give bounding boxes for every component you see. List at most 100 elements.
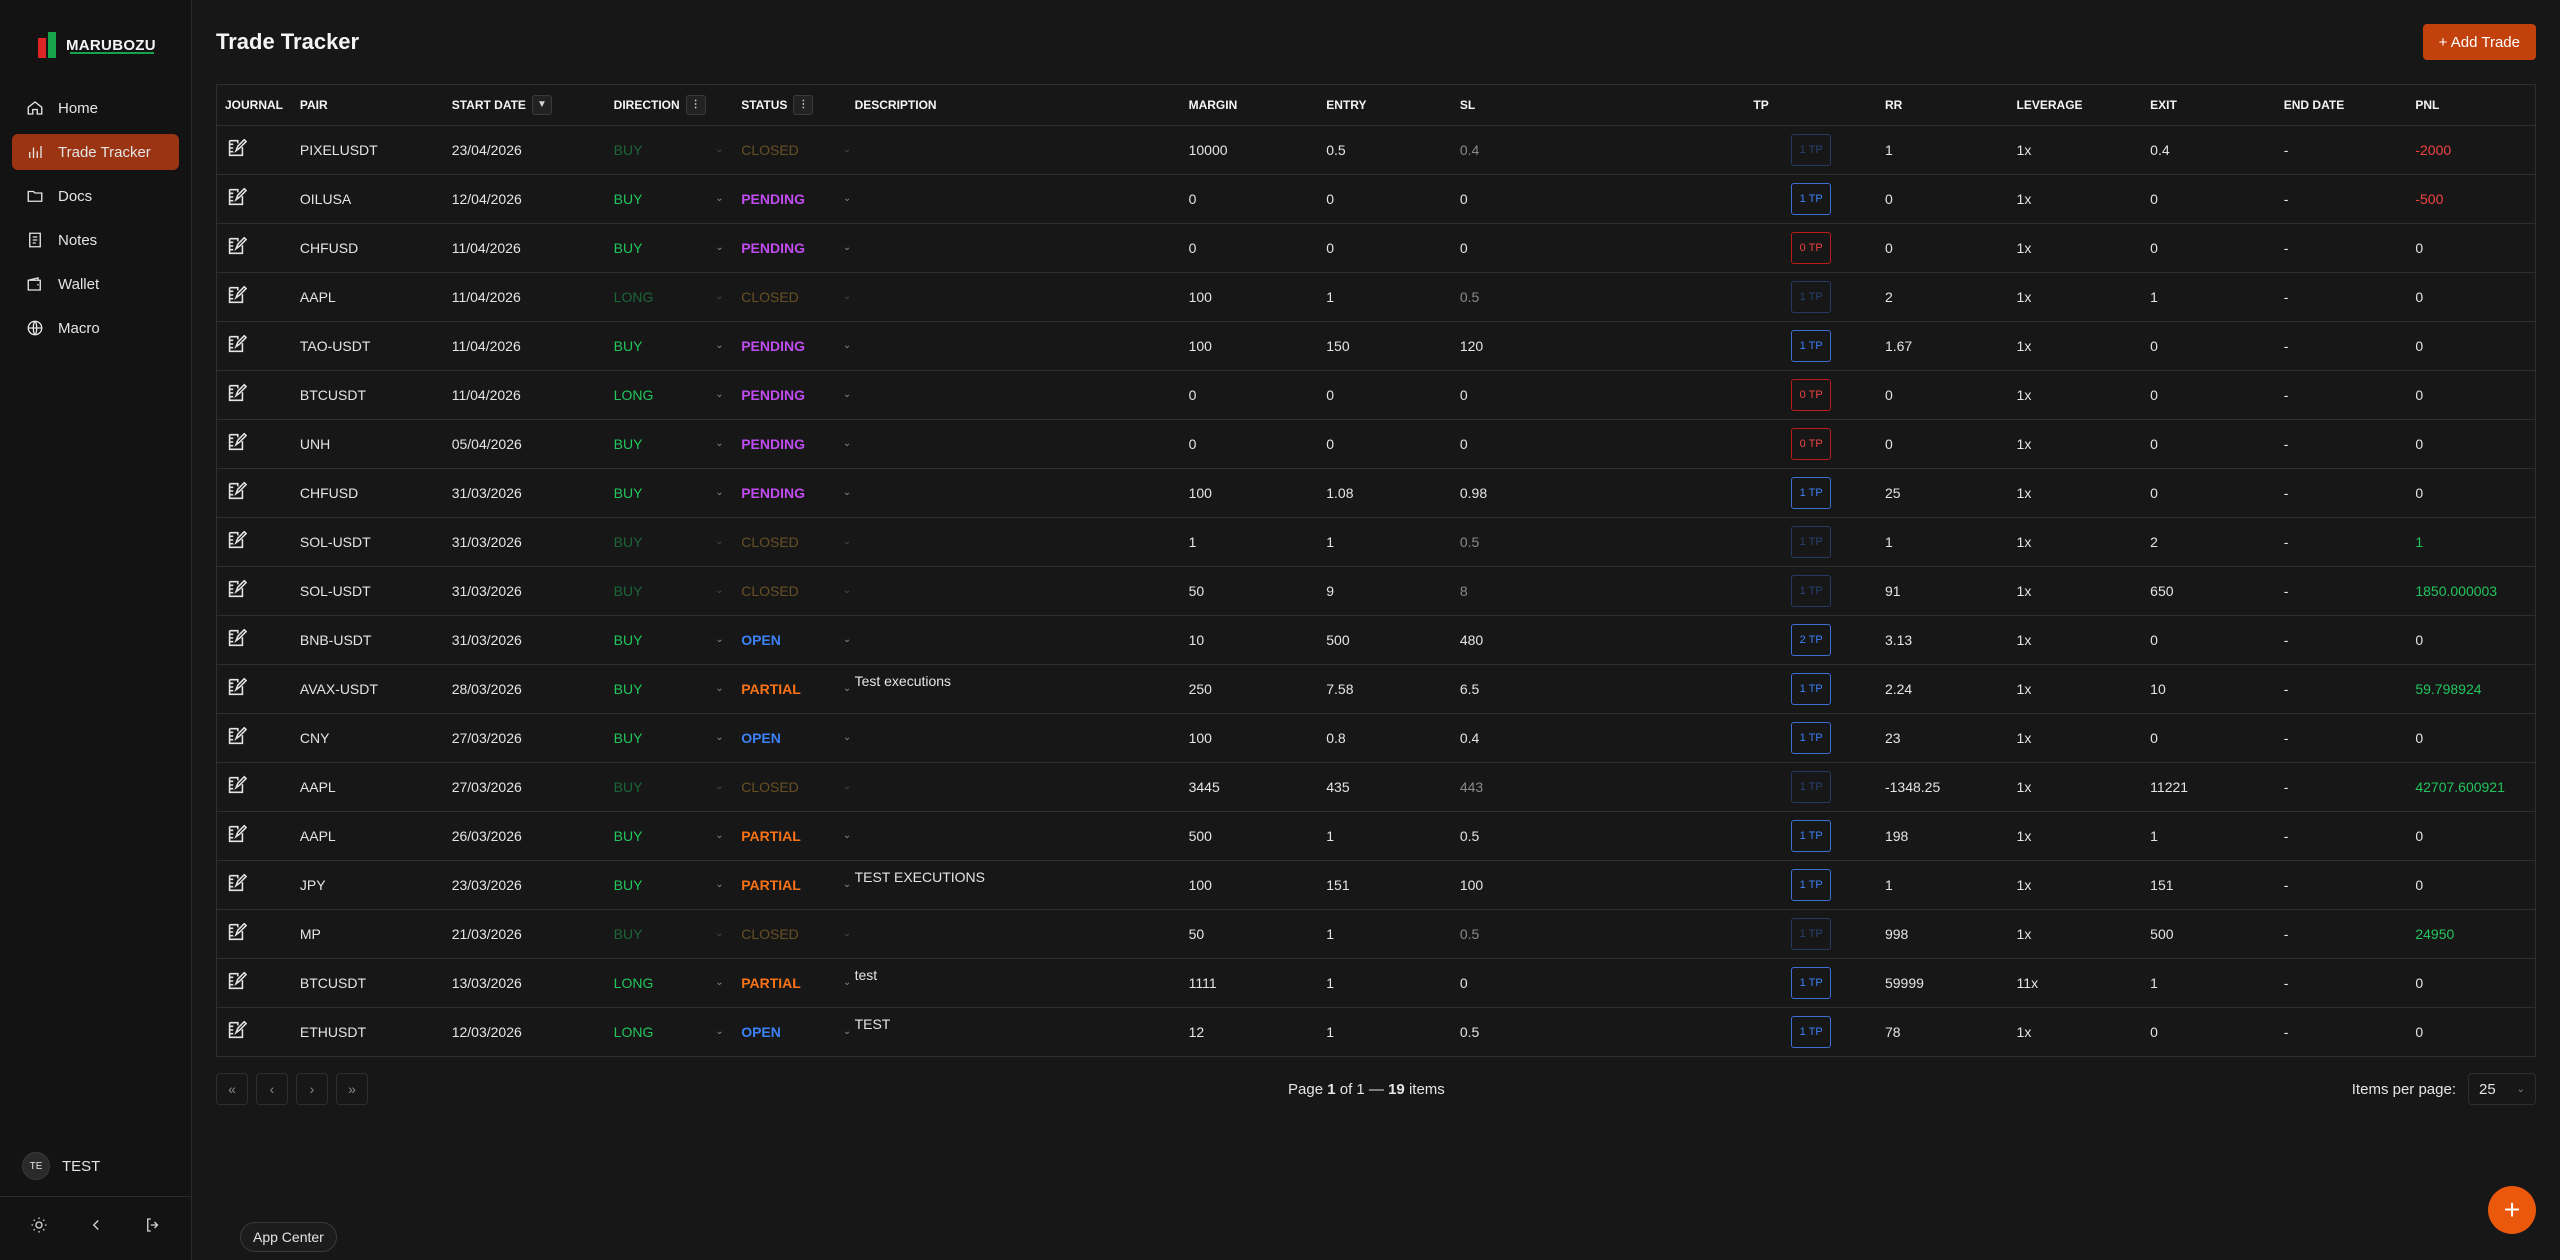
direction-select[interactable]: BUY ⌄ (614, 632, 724, 648)
tp-badge[interactable]: 1 TP (1791, 770, 1832, 803)
status-select[interactable]: CLOSED ⌄ (741, 779, 851, 795)
status-select[interactable]: PENDING ⌄ (741, 191, 851, 207)
journal-edit-icon[interactable] (225, 970, 247, 992)
table-row[interactable]: UNH 05/04/2026 BUY ⌄ PENDING ⌄ 0 0 0 0 TP … (217, 418, 2535, 468)
table-row[interactable]: SOL-USDT 31/03/2026 BUY ⌄ CLOSED ⌄ 50 9 8 … (217, 565, 2535, 615)
tp-badge[interactable]: 1 TP (1791, 182, 1832, 215)
tp-badge[interactable]: 1 TP (1791, 721, 1832, 754)
tp-badge[interactable]: 1 TP (1791, 574, 1832, 607)
brand-logo[interactable]: MARUBOZU (0, 0, 191, 70)
tp-badge[interactable]: 1 TP (1791, 672, 1832, 705)
tp-badge[interactable]: 1 TP (1791, 525, 1832, 558)
direction-select[interactable]: BUY ⌄ (614, 583, 724, 599)
direction-select[interactable]: BUY ⌄ (614, 828, 724, 844)
direction-select[interactable]: BUY ⌄ (614, 877, 724, 893)
journal-edit-icon[interactable] (225, 872, 247, 894)
status-select[interactable]: CLOSED ⌄ (741, 926, 851, 942)
direction-select[interactable]: BUY ⌄ (614, 681, 724, 697)
journal-edit-icon[interactable] (225, 137, 247, 159)
table-row[interactable]: CHFUSD 31/03/2026 BUY ⌄ PENDING ⌄ 100 1.08… (217, 467, 2535, 517)
journal-edit-icon[interactable] (225, 578, 247, 600)
status-select[interactable]: OPEN ⌄ (741, 1024, 851, 1040)
per-page-select[interactable]: 25 ⌄ (2468, 1073, 2536, 1105)
status-select[interactable]: PENDING ⌄ (741, 338, 851, 354)
sidebar-item-home[interactable]: Home (12, 90, 179, 126)
next-page-icon[interactable]: › (296, 1073, 328, 1105)
table-row[interactable]: CHFUSD 11/04/2026 BUY ⌄ PENDING ⌄ 0 0 0 0 … (217, 222, 2535, 272)
direction-select[interactable]: BUY ⌄ (614, 436, 724, 452)
table-row[interactable]: CNY 27/03/2026 BUY ⌄ OPEN ⌄ 100 0.8 0.4 1 … (217, 712, 2535, 762)
journal-edit-icon[interactable] (225, 431, 247, 453)
table-row[interactable]: PIXELUSDT 23/04/2026 BUY ⌄ CLOSED ⌄ 10000 … (217, 124, 2535, 174)
status-select[interactable]: PARTIAL ⌄ (741, 828, 851, 844)
sidebar-item-trade-tracker[interactable]: Trade Tracker (12, 134, 179, 170)
table-row[interactable]: JPY 23/03/2026 BUY ⌄ PARTIAL ⌄ TEST EXECUT… (217, 859, 2535, 909)
user-profile[interactable]: TE TEST (22, 1152, 100, 1180)
status-select[interactable]: PENDING ⌄ (741, 240, 851, 256)
direction-select[interactable]: LONG ⌄ (614, 289, 724, 305)
status-menu-kebab-icon[interactable]: ⋮ (793, 94, 814, 115)
status-select[interactable]: PARTIAL ⌄ (741, 681, 851, 697)
theme-toggle-sun-icon[interactable] (24, 1210, 54, 1240)
status-select[interactable]: CLOSED ⌄ (741, 534, 851, 550)
status-select[interactable]: PARTIAL ⌄ (741, 975, 851, 991)
add-trade-button[interactable]: + Add Trade (2422, 24, 2536, 60)
status-select[interactable]: PENDING ⌄ (741, 485, 851, 501)
status-select[interactable]: PARTIAL ⌄ (741, 877, 851, 893)
journal-edit-icon[interactable] (225, 480, 247, 502)
direction-select[interactable]: LONG ⌄ (614, 387, 724, 403)
journal-edit-icon[interactable] (225, 676, 247, 698)
direction-select[interactable]: LONG ⌄ (614, 1024, 724, 1040)
journal-edit-icon[interactable] (225, 823, 247, 845)
table-row[interactable]: OILUSA 12/04/2026 BUY ⌄ PENDING ⌄ 0 0 0 1 … (217, 173, 2535, 223)
sidebar-item-notes[interactable]: Notes (12, 222, 179, 258)
journal-edit-icon[interactable] (225, 235, 247, 257)
tp-badge[interactable]: 1 TP (1791, 476, 1832, 509)
table-row[interactable]: SOL-USDT 31/03/2026 BUY ⌄ CLOSED ⌄ 1 1 0.5… (217, 516, 2535, 566)
table-row[interactable]: AVAX-USDT 28/03/2026 BUY ⌄ PARTIAL ⌄ Test … (217, 663, 2535, 713)
direction-select[interactable]: BUY ⌄ (614, 730, 724, 746)
direction-select[interactable]: BUY ⌄ (614, 779, 724, 795)
direction-menu-kebab-icon[interactable]: ⋮ (685, 94, 706, 115)
sidebar-item-wallet[interactable]: Wallet (12, 266, 179, 302)
tp-badge[interactable]: 1 TP (1791, 280, 1832, 313)
status-select[interactable]: OPEN ⌄ (741, 632, 851, 648)
journal-edit-icon[interactable] (225, 725, 247, 747)
tp-badge[interactable]: 1 TP (1791, 819, 1832, 852)
status-select[interactable]: OPEN ⌄ (741, 730, 851, 746)
table-row[interactable]: BTCUSDT 13/03/2026 LONG ⌄ PARTIAL ⌄ test 1… (217, 957, 2535, 1007)
direction-select[interactable]: BUY ⌄ (614, 534, 724, 550)
tp-badge[interactable]: 1 TP (1791, 329, 1832, 362)
logout-icon[interactable] (138, 1210, 168, 1240)
tp-badge[interactable]: 0 TP (1791, 427, 1832, 460)
tp-badge[interactable]: 1 TP (1791, 917, 1832, 950)
journal-edit-icon[interactable] (225, 774, 247, 796)
status-select[interactable]: CLOSED ⌄ (741, 289, 851, 305)
tp-badge[interactable]: 1 TP (1791, 1015, 1832, 1048)
direction-select[interactable]: BUY ⌄ (614, 142, 724, 158)
sidebar-item-docs[interactable]: Docs (12, 178, 179, 214)
collapse-sidebar-chevron-left-icon[interactable] (81, 1210, 111, 1240)
direction-select[interactable]: BUY ⌄ (614, 191, 724, 207)
tp-badge[interactable]: 1 TP (1791, 133, 1832, 166)
table-row[interactable]: MP 21/03/2026 BUY ⌄ CLOSED ⌄ 50 1 0.5 1 TP… (217, 908, 2535, 958)
journal-edit-icon[interactable] (225, 333, 247, 355)
sort-chevron-down-icon[interactable]: ▼ (531, 94, 552, 115)
table-row[interactable]: BTCUSDT 11/04/2026 LONG ⌄ PENDING ⌄ 0 0 0 … (217, 369, 2535, 419)
status-select[interactable]: PENDING ⌄ (741, 387, 851, 403)
table-row[interactable]: AAPL 26/03/2026 BUY ⌄ PARTIAL ⌄ 500 1 0.5 … (217, 810, 2535, 860)
direction-select[interactable]: LONG ⌄ (614, 975, 724, 991)
journal-edit-icon[interactable] (225, 284, 247, 306)
direction-select[interactable]: BUY ⌄ (614, 240, 724, 256)
journal-edit-icon[interactable] (225, 1019, 247, 1041)
direction-select[interactable]: BUY ⌄ (614, 485, 724, 501)
journal-edit-icon[interactable] (225, 186, 247, 208)
direction-select[interactable]: BUY ⌄ (614, 338, 724, 354)
tp-badge[interactable]: 1 TP (1791, 966, 1832, 999)
last-page-icon[interactable]: » (336, 1073, 368, 1105)
table-row[interactable]: ETHUSDT 12/03/2026 LONG ⌄ OPEN ⌄ TEST 12 1… (217, 1006, 2535, 1056)
table-row[interactable]: BNB-USDT 31/03/2026 BUY ⌄ OPEN ⌄ 10 500 48… (217, 614, 2535, 664)
journal-edit-icon[interactable] (225, 627, 247, 649)
tp-badge[interactable]: 2 TP (1791, 623, 1832, 656)
journal-edit-icon[interactable] (225, 529, 247, 551)
